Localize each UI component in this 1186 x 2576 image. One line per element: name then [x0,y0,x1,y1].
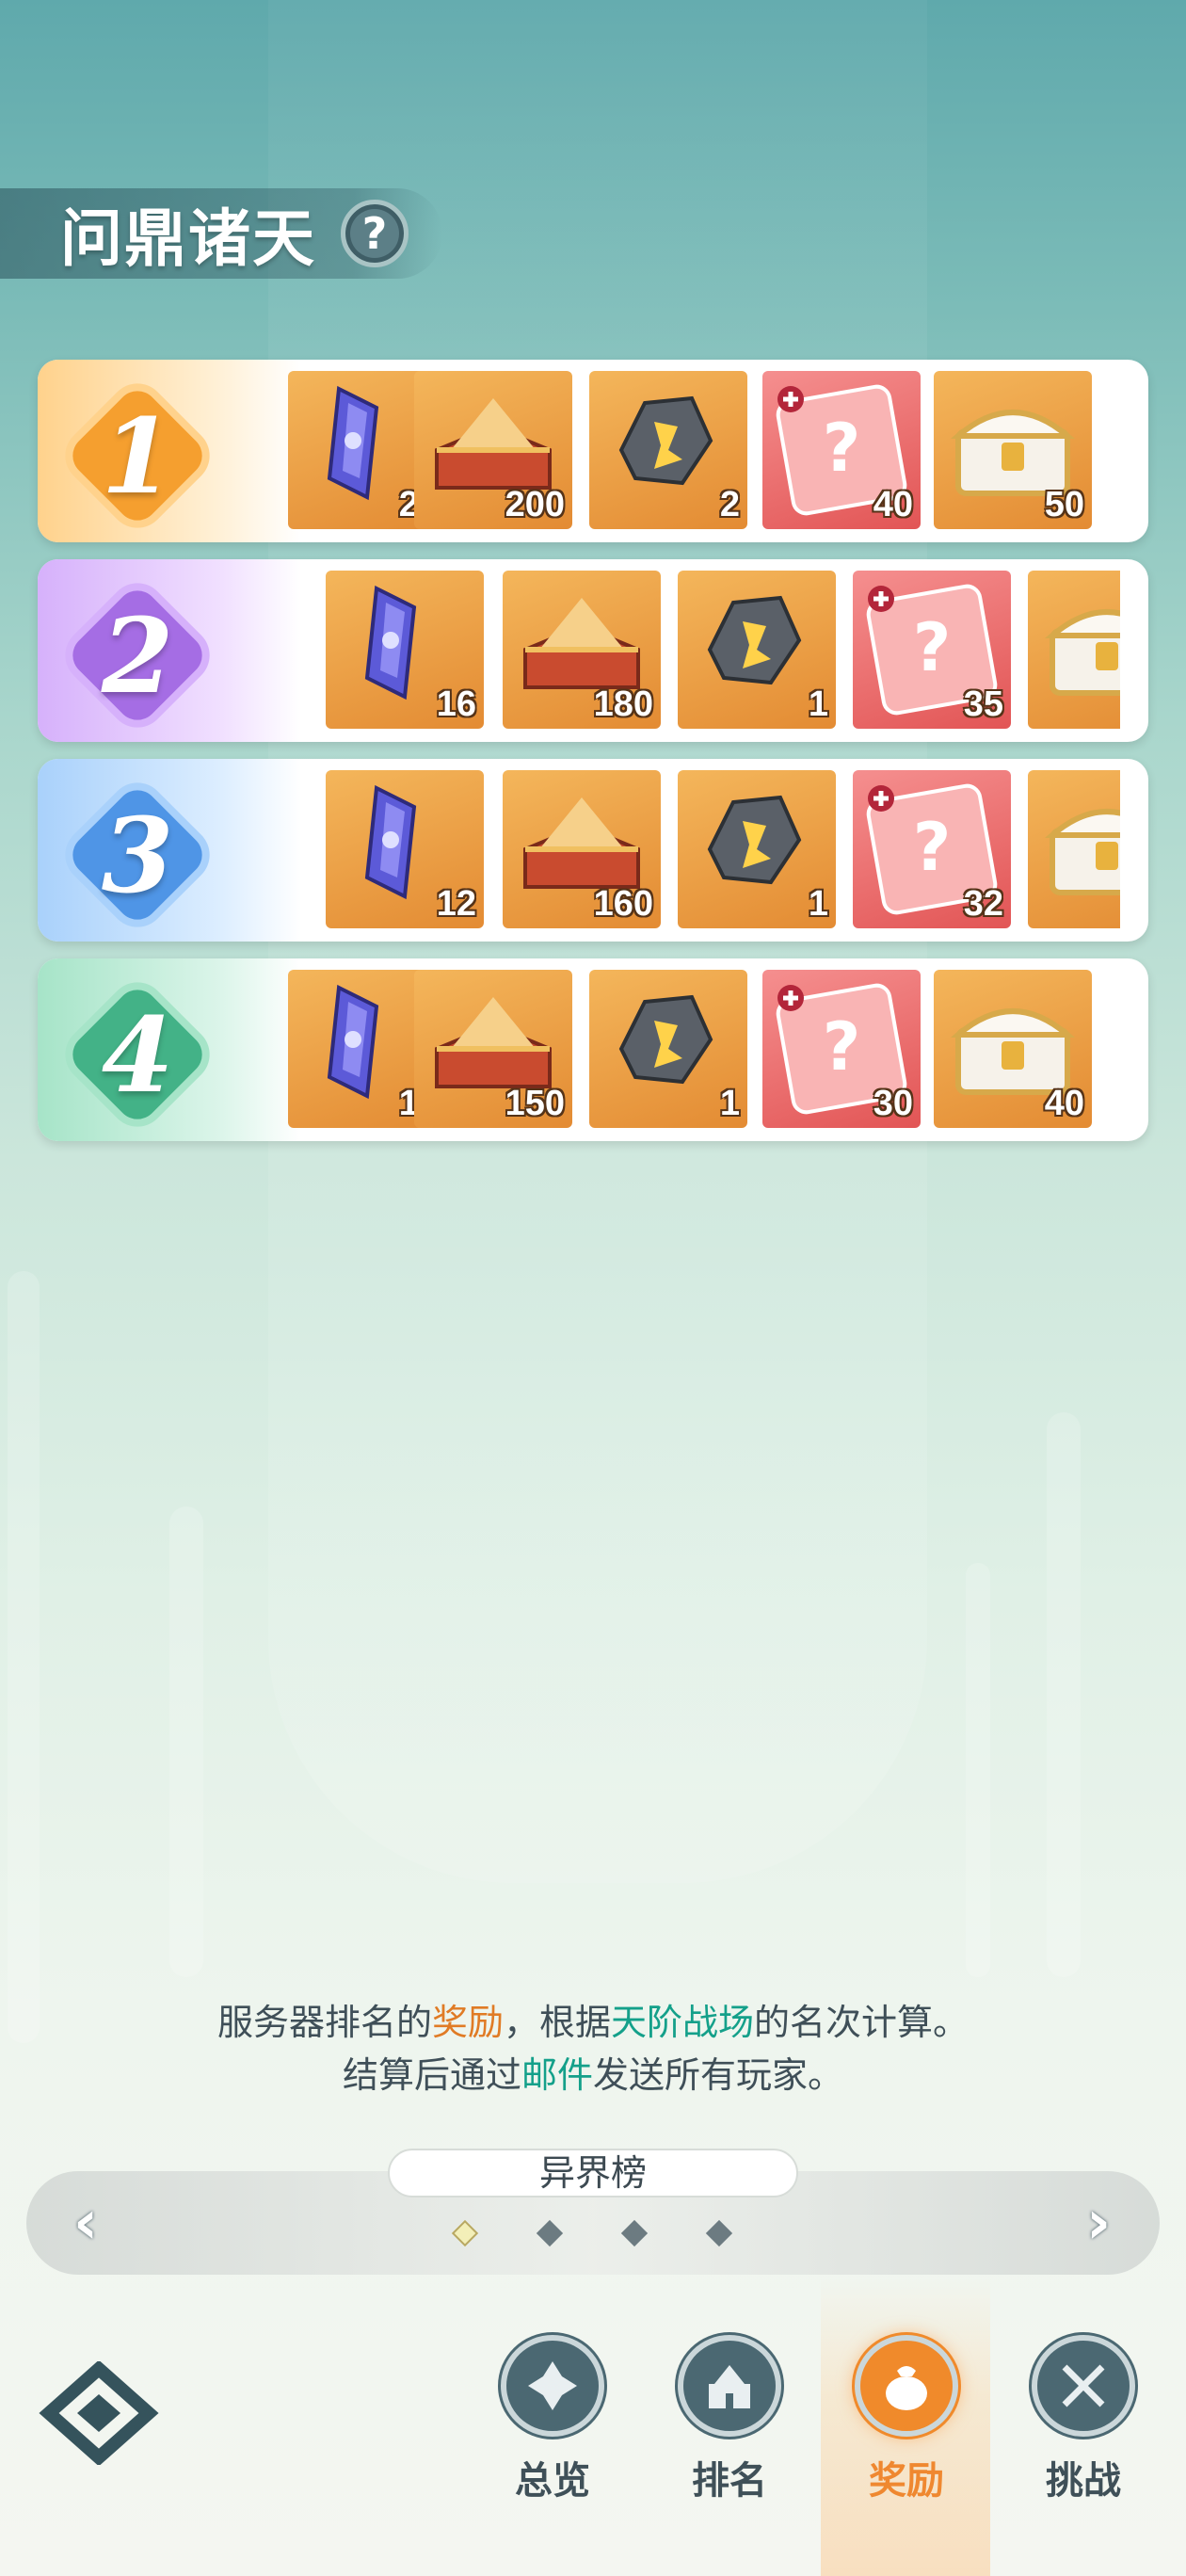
info-text: 的名次计算。 [754,2002,970,2043]
rank-number: 1 [101,394,174,517]
svg-text:?: ? [913,609,952,686]
item-quantity: 30 [873,1084,913,1123]
background-decoration [1047,1412,1081,1977]
svg-text:?: ? [913,809,952,886]
help-icon: ? [361,208,388,259]
background-decoration [8,1271,40,2043]
reward-items: 202002?4050 [288,371,1120,531]
reward-keyword: 奖励 [431,2002,504,2043]
background-decoration [169,1506,203,1977]
nav-tab-label: 总览 [515,2459,590,2503]
rank-number: 2 [101,594,174,716]
reward-row-rank-1: 1202002?4050 [38,360,1148,542]
reward-item[interactable]: 1 [589,970,747,1128]
reward-item[interactable]: 12 [326,770,484,928]
reward-info-line-1: 服务器排名的奖励，根据天阶战场的名次计算。 [0,1996,1186,2049]
battlefield-keyword: 天阶战场 [611,2002,755,2043]
reward-item[interactable]: ? 32 [853,770,1011,928]
item-quantity: 32 [963,884,1003,924]
nav-tab-2[interactable]: 排名 [659,2335,800,2504]
item-quantity: 200 [505,485,565,524]
rank-badge: 2 [64,582,211,729]
reward-row-rank-4: 4101501?3040 [38,958,1148,1141]
info-text: ，根据 [503,2002,611,2043]
rank-number: 4 [101,993,174,1116]
background-decoration [966,1563,990,1977]
reward-items: 16 180 1? 35 4 [288,571,1120,731]
page-dot[interactable] [705,2219,733,2247]
reward-items: 101501?3040 [288,970,1120,1130]
reward-item[interactable]: ? 40 [762,371,921,529]
item-quantity: 180 [593,684,653,724]
item-quantity: 40 [873,485,913,524]
item-quantity: 2 [719,485,740,524]
reward-item[interactable]: 200 [414,371,572,529]
info-text: 发送所有玩家。 [593,2054,844,2096]
reward-item[interactable]: 2 [589,371,747,529]
page-indicator [0,2219,1186,2252]
game-logo-icon [39,2361,159,2465]
reward-item[interactable]: 50 [934,371,1092,529]
item-quantity: 160 [593,884,653,924]
reward-item[interactable]: ? 30 [762,970,921,1128]
page-dot[interactable] [620,2219,649,2247]
help-button[interactable]: ? [341,200,409,267]
info-text: 服务器排名的 [216,2002,432,2043]
reward-item[interactable]: 40 [934,970,1092,1128]
mail-keyword: 邮件 [521,2054,593,2096]
item-quantity: 16 [436,684,476,724]
nav-tab-3[interactable]: 奖励 [836,2335,977,2504]
background-decoration [268,0,927,1883]
item-quantity: 1 [808,884,828,924]
rank-badge: 4 [64,981,211,1128]
title-bar: 问鼎诸天 ? [0,188,442,279]
info-text: 结算后通过 [342,2054,521,2096]
reward-item[interactable]: 4 [1028,770,1120,928]
nav-tab-label: 挑战 [1046,2459,1121,2503]
reward-info-line-2: 结算后通过邮件发送所有玩家。 [0,2049,1186,2101]
challenge-swords-icon [1032,2335,1135,2437]
reward-row-rank-3: 3 12 160 1? 32 4 [38,759,1148,942]
item-quantity: 150 [505,1084,565,1123]
ranking-icon [678,2335,781,2437]
item-quantity: 50 [1044,485,1084,524]
reward-item[interactable]: 150 [414,970,572,1128]
rank-badge: 1 [64,382,211,529]
reward-items: 12 160 1? 32 4 [288,770,1120,930]
reward-item[interactable]: 4 [1028,571,1120,729]
reward-item[interactable]: 160 [503,770,661,928]
reward-item[interactable]: 1 [678,571,836,729]
nav-tab-1[interactable]: 总览 [482,2335,623,2504]
reward-item[interactable]: 180 [503,571,661,729]
reward-bag-icon [855,2335,958,2437]
nav-tab-4[interactable]: 挑战 [1013,2335,1154,2504]
leaderboard-name: 异界榜 [388,2149,798,2198]
item-quantity: 1 [719,1084,740,1123]
item-quantity: 40 [1044,1084,1084,1123]
reward-item[interactable]: 16 [326,571,484,729]
item-quantity: 35 [963,684,1003,724]
nav-tab-label: 奖励 [869,2459,944,2503]
reward-item[interactable]: 1 [678,770,836,928]
reward-row-rank-2: 2 16 180 1? 35 4 [38,559,1148,742]
page-dot[interactable] [536,2219,564,2247]
rank-badge: 3 [64,781,211,928]
page-dot-active[interactable] [451,2219,479,2247]
overview-icon [501,2335,604,2437]
page-title: 问鼎诸天 [60,202,316,275]
svg-text:?: ? [823,410,861,487]
rank-number: 3 [101,794,174,916]
reward-item[interactable]: ? 35 [853,571,1011,729]
nav-tab-label: 排名 [692,2459,767,2503]
svg-text:?: ? [823,1008,861,1086]
item-quantity: 12 [436,884,476,924]
item-quantity: 1 [808,684,828,724]
